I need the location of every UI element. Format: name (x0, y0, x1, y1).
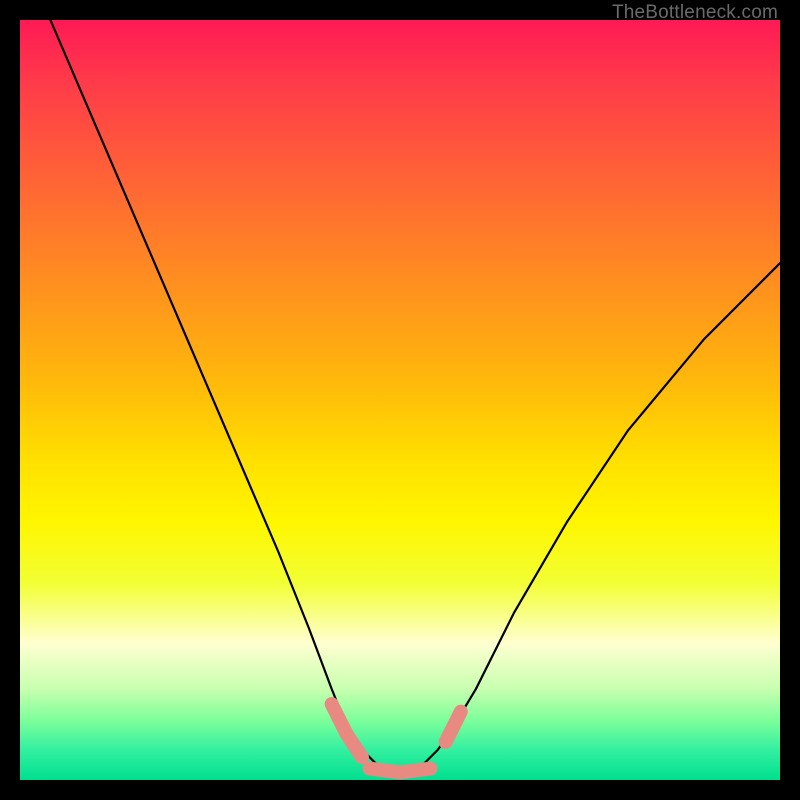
plot-area (20, 20, 780, 780)
chart-frame: TheBottleneck.com (0, 0, 800, 800)
bottleneck-curve (50, 20, 780, 772)
bottom-sweet-spot-marker (370, 769, 431, 773)
curve-layer (20, 20, 780, 780)
right-sweet-spot-marker (446, 712, 461, 742)
left-sweet-spot-marker (332, 704, 362, 757)
